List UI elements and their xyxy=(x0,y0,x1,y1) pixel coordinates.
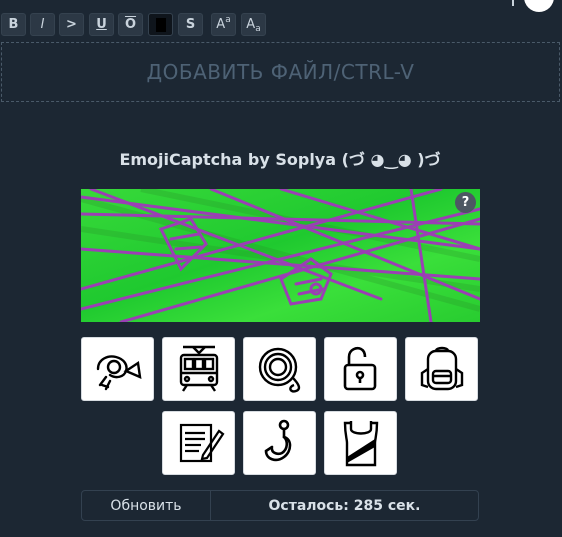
underline-button[interactable]: U xyxy=(89,13,114,36)
timer-label: Осталось: 285 сек. xyxy=(268,497,421,514)
option-backpack[interactable] xyxy=(405,337,478,401)
user-avatar[interactable] xyxy=(524,0,554,12)
tram-icon xyxy=(179,345,218,392)
strike-label: S xyxy=(185,17,196,32)
option-hook[interactable] xyxy=(243,411,316,475)
captcha-controls: Обновить Осталось: 285 сек. xyxy=(81,490,479,521)
spoiler-swatch-icon xyxy=(155,17,166,32)
countdown-timer: Осталось: 285 сек. xyxy=(211,491,478,520)
underline-label: U xyxy=(96,17,107,32)
captcha-noise-image xyxy=(81,189,480,322)
memo-icon xyxy=(179,423,224,463)
quote-button[interactable]: > xyxy=(59,13,84,36)
formatting-toolbar: B I > U O S Aa Aa xyxy=(0,0,562,38)
hook-icon xyxy=(264,419,291,462)
overline-button[interactable]: O xyxy=(118,13,143,36)
option-yoyo[interactable] xyxy=(243,337,316,401)
option-unlocked[interactable] xyxy=(324,337,397,401)
option-postal-horn[interactable] xyxy=(81,337,154,401)
spoiler-button[interactable] xyxy=(148,13,173,36)
option-tram[interactable] xyxy=(162,337,235,401)
refresh-button[interactable]: Обновить xyxy=(82,491,211,520)
option-memo[interactable] xyxy=(162,411,235,475)
subscript-button[interactable]: Aa xyxy=(241,13,266,36)
bold-button[interactable]: B xyxy=(1,13,26,36)
captcha-help-button[interactable]: ? xyxy=(455,192,476,213)
italic-label: I xyxy=(40,17,45,32)
file-dropzone[interactable]: ДОБАВИТЬ ФАЙЛ/CTRL-V xyxy=(1,42,560,102)
postal-horn-icon xyxy=(96,355,141,391)
strike-button[interactable]: S xyxy=(178,13,203,36)
quote-label: > xyxy=(66,17,77,32)
superscript-small: a xyxy=(225,14,231,25)
overline-label: O xyxy=(124,17,137,32)
backpack-icon xyxy=(420,346,463,391)
option-running-shirt[interactable] xyxy=(324,411,397,475)
bold-label: B xyxy=(8,17,19,32)
italic-button[interactable]: I xyxy=(30,13,55,36)
subscript-small: a xyxy=(255,23,261,34)
refresh-label: Обновить xyxy=(110,497,182,514)
running-shirt-icon xyxy=(343,421,378,467)
dropzone-label: ДОБАВИТЬ ФАЙЛ/CTRL-V xyxy=(146,60,415,84)
help-label: ? xyxy=(461,195,470,210)
yoyo-icon xyxy=(258,347,300,393)
subscript-label: A xyxy=(246,17,256,32)
superscript-label: A xyxy=(216,17,226,32)
captcha-image xyxy=(81,189,480,322)
unlocked-padlock-icon xyxy=(343,346,376,391)
partial-glyph xyxy=(512,0,514,6)
superscript-button[interactable]: Aa xyxy=(211,13,236,36)
captcha-title: EmojiCaptcha by Soplya (づ ◕‿◕ )づ xyxy=(119,150,441,169)
